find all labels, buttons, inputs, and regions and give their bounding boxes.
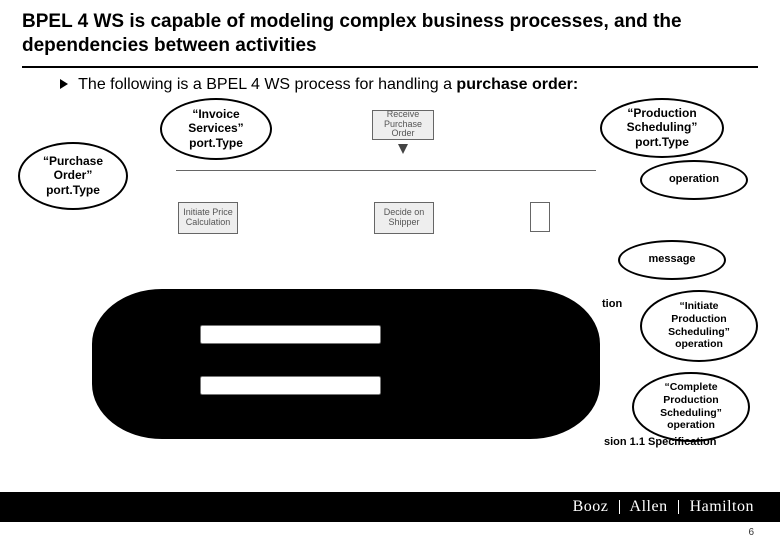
box-label: Receive Purchase Order (375, 110, 431, 140)
footer-logo: Booz Allen Hamilton (573, 498, 754, 516)
subline-bold: purchase order: (456, 76, 578, 93)
footer-word-1: Booz (573, 498, 609, 515)
bubble-production-scheduling-porttype: “Production Scheduling” port.Type (600, 98, 724, 158)
footer-word-2: Allen (630, 498, 668, 515)
bubble-message: message (618, 240, 726, 280)
spec-fragment-right: sion 1.1 Specification (604, 436, 716, 448)
footer-divider-icon (678, 500, 679, 514)
bubble-text: “Invoice Services” port.Type (170, 107, 261, 150)
box-placeholder (530, 202, 550, 232)
page-number: 6 (748, 527, 754, 538)
bullet-marker-icon (60, 79, 68, 89)
code-balloon (92, 289, 600, 439)
spec-fragment-left: tion (602, 298, 622, 310)
bubble-purchase-order-porttype: “Purchase Order” port.Type (18, 142, 128, 210)
bubble-text: “Complete Production Scheduling” operati… (643, 381, 740, 431)
box-initiate-price: Initiate Price Calculation (178, 202, 238, 234)
slide-title: BPEL 4 WS is capable of modeling complex… (22, 10, 758, 58)
diagram-canvas: Receive Purchase Order Initiate Price Ca… (0, 94, 780, 454)
footer-divider-icon (619, 500, 620, 514)
bubble-text: message (648, 253, 695, 266)
box-label: Initiate Price Calculation (181, 208, 235, 228)
footer-bar: Booz Allen Hamilton (0, 492, 780, 522)
bubble-text: “Production Scheduling” port.Type (611, 106, 714, 149)
bubble-text: “Initiate Production Scheduling” operati… (651, 300, 748, 350)
bubble-text: “Purchase Order” port.Type (28, 154, 117, 197)
bubble-invoice-services-porttype: “Invoice Services” port.Type (160, 98, 272, 160)
diagram-hline (176, 170, 596, 171)
bubble-operation: operation (640, 160, 748, 200)
footer-word-3: Hamilton (690, 498, 754, 515)
slide-subline: The following is a BPEL 4 WS process for… (0, 68, 780, 94)
box-label: Decide on Shipper (377, 208, 431, 228)
bubble-text: operation (669, 173, 719, 186)
bubble-complete-production-scheduling-operation: “Complete Production Scheduling” operati… (632, 372, 750, 442)
bubble-initiate-production-scheduling-operation: “Initiate Production Scheduling” operati… (640, 290, 758, 362)
subline-text: The following is a BPEL 4 WS process for… (78, 76, 456, 93)
arrow-down-icon (398, 144, 408, 154)
box-decide-shipper: Decide on Shipper (374, 202, 434, 234)
box-receive-purchase-order: Receive Purchase Order (372, 110, 434, 140)
